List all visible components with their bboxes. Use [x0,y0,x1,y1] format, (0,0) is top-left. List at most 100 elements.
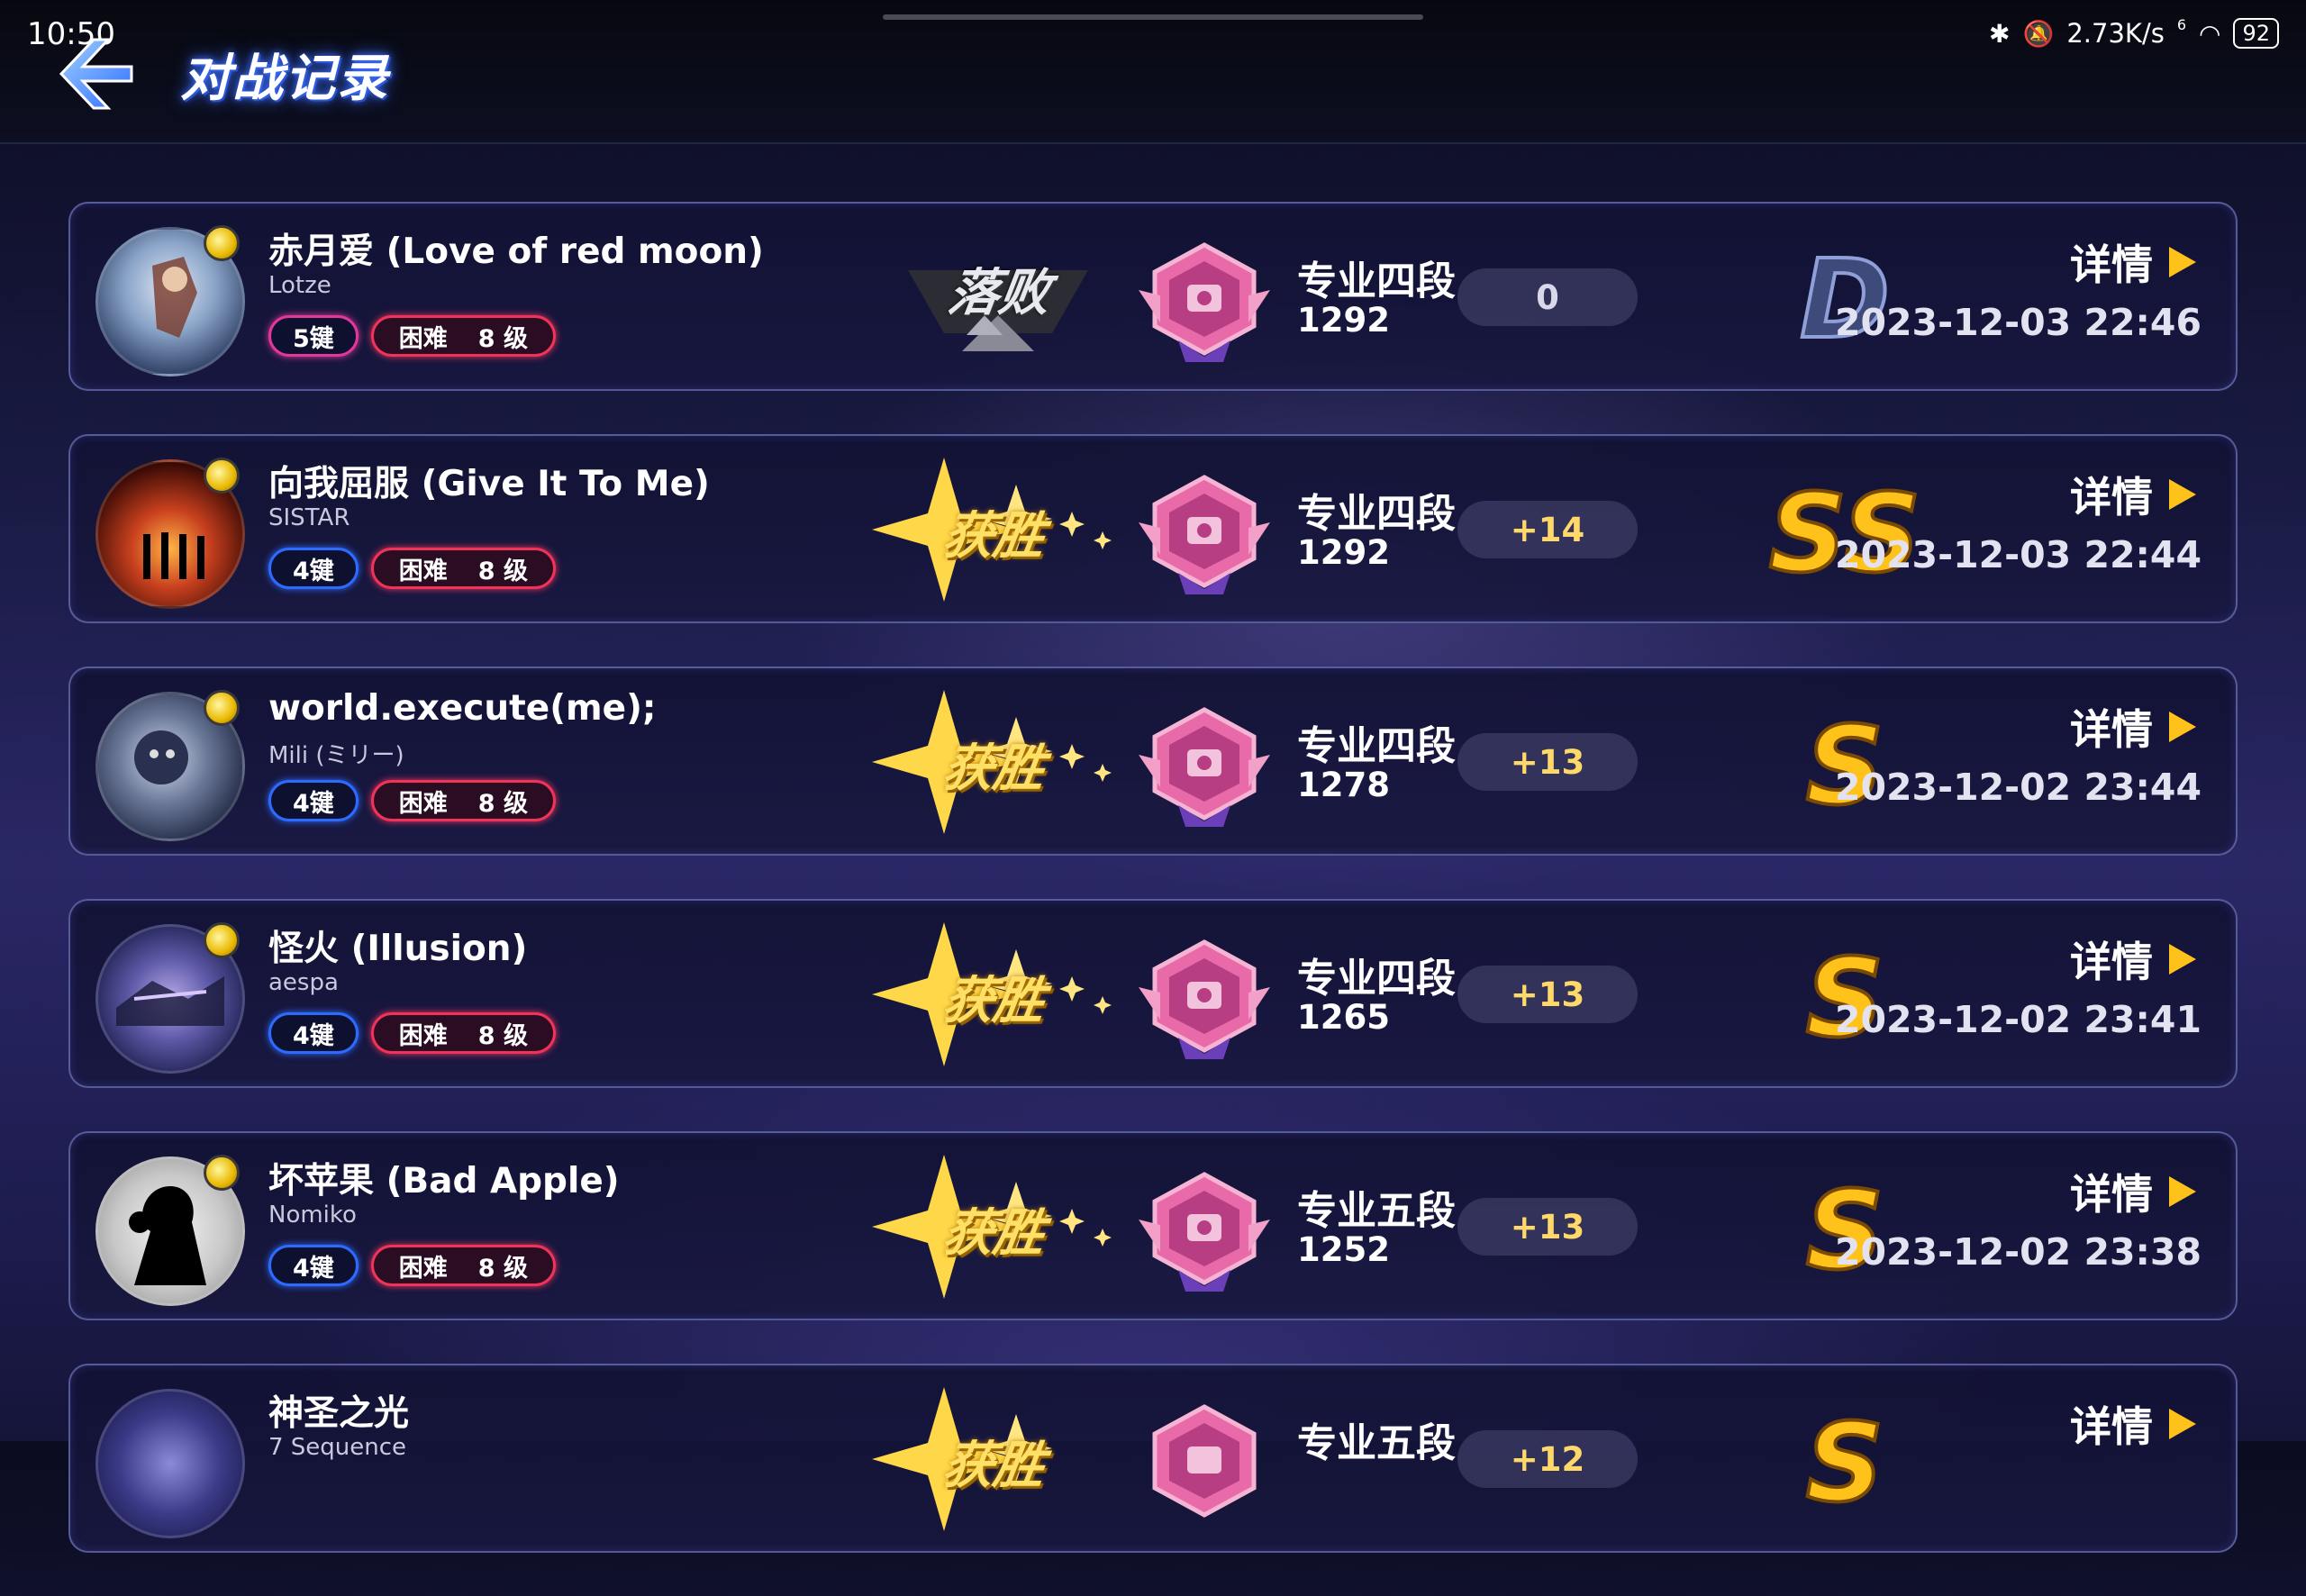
score-delta: +12 [1457,1430,1638,1488]
result-label: 获胜 [939,1437,1049,1495]
rank-score: 1292 [1297,533,1390,572]
song-tags: 4键 困难 8 级 [268,1012,556,1054]
level-label: 8 级 [477,324,528,353]
song-artist: Lotze [268,272,331,299]
details-button[interactable]: 详情 [2070,929,2196,989]
record-row[interactable]: world.execute(me); Mili (ミリー) 4键 困难 8 级 … [68,667,2238,856]
level-label: 8 级 [477,789,528,818]
medal-icon [204,225,240,261]
battle-record-list[interactable]: 赤月爱 (Love of red moon) Lotze 5键 困难 8 级 落… [68,202,2238,1596]
medal-icon [204,1155,240,1191]
keys-tag: 4键 [268,780,359,821]
song-artist: aespa [268,969,339,996]
battery-indicator: 92 [2233,18,2279,49]
rank-emblem-icon [1139,707,1270,827]
song-tags: 4键 困难 8 级 [268,1245,556,1286]
song-artist: SISTAR [268,504,350,531]
bluetooth-icon: ✱ [1989,18,2011,49]
result-win: 获胜 [863,913,1133,1075]
details-button[interactable]: 详情 [2070,1162,2196,1221]
play-arrow-icon [2169,1176,2196,1207]
difficulty-label: 困难 [398,1021,448,1050]
details-button[interactable]: 详情 [2070,697,2196,757]
difficulty-label: 困难 [398,324,448,353]
level-label: 8 级 [477,1254,528,1283]
medal-icon [204,458,240,494]
rank-emblem-icon [1152,1404,1257,1518]
score-delta: +13 [1457,1198,1638,1256]
drag-handle[interactable] [883,14,1423,20]
keys-tag: 4键 [268,1245,359,1286]
mute-icon: 🔕 [2022,18,2055,49]
wifi-icon: ◠ [2199,18,2221,49]
record-time: 2023-12-02 23:38 [1834,1230,2202,1274]
difficulty-tag: 困难 8 级 [370,1245,556,1286]
rank-name: 专业五段 [1297,1188,1456,1234]
rank-score: 1278 [1297,766,1390,804]
song-title: 神圣之光 [268,1393,410,1434]
rank-emblem-icon [1139,242,1270,362]
rank-name: 专业四段 [1297,723,1456,769]
rank-score: 1292 [1297,301,1390,340]
record-time: 2023-12-03 22:46 [1834,301,2202,344]
result-label: 获胜 [939,507,1049,566]
medal-icon [204,922,240,958]
details-button[interactable]: 详情 [2070,232,2196,292]
difficulty-tag: 困难 8 级 [370,780,556,821]
record-row[interactable]: 赤月爱 (Love of red moon) Lotze 5键 困难 8 级 落… [68,202,2238,391]
result-win: 获胜 [863,449,1133,611]
keys-tag: 5键 [268,315,359,357]
difficulty-label: 困难 [398,1254,448,1283]
rank-score: 1252 [1297,1230,1390,1269]
details-label: 详情 [2070,473,2153,521]
record-time: 2023-12-02 23:44 [1834,766,2202,809]
song-title: 赤月爱 (Love of red moon) [268,231,764,272]
difficulty-tag: 困难 8 级 [370,1012,556,1054]
song-title: 向我屈服 (Give It To Me) [268,464,710,504]
details-label: 详情 [2070,1170,2153,1219]
status-icons: ✱ 🔕 2.73K/s 6 ◠ 92 [1989,15,2279,49]
rank-emblem-icon [1139,1172,1270,1292]
score-delta: +13 [1457,966,1638,1023]
song-tags: 4键 困难 8 级 [268,548,556,589]
result-win: 获胜 [863,1146,1133,1308]
rank-name: 专业四段 [1297,491,1456,537]
song-artist: Nomiko [268,1202,357,1229]
record-row[interactable]: 怪火 (Illusion) aespa 4键 困难 8 级 获胜 专业四段 12… [68,899,2238,1088]
song-tags: 5键 困难 8 级 [268,315,556,357]
score-delta: +14 [1457,501,1638,558]
keys-tag: 4键 [268,1012,359,1054]
play-arrow-icon [2169,944,2196,975]
result-win: 获胜 [863,1378,1133,1540]
level-label: 8 级 [477,1021,528,1050]
details-button[interactable]: 详情 [2070,1394,2196,1454]
score-delta: 0 [1457,268,1638,326]
rank-score: 1265 [1297,998,1390,1037]
details-label: 详情 [2070,938,2153,986]
difficulty-tag: 困难 8 级 [370,548,556,589]
song-title: world.execute(me); [268,688,657,729]
play-arrow-icon [2169,247,2196,277]
svg-text:S: S [1806,1401,1884,1519]
record-row[interactable]: 坏苹果 (Bad Apple) Nomiko 4键 困难 8 级 获胜 专业五段… [68,1131,2238,1320]
result-label: 获胜 [939,739,1049,798]
play-arrow-icon [2169,1409,2196,1439]
difficulty-tag: 困难 8 级 [370,315,556,357]
song-title: 怪火 (Illusion) [268,929,528,969]
top-bar: 10:50 ✱ 🔕 2.73K/s 6 ◠ 92 对战记录 [0,0,2306,144]
song-tags: 4键 困难 8 级 [268,780,556,821]
difficulty-label: 困难 [398,789,448,818]
grade-s-icon: S [1804,1401,1885,1519]
wifi-gen: 6 [2176,15,2187,33]
result-label: 落败 [944,264,1054,322]
record-row[interactable]: 向我屈服 (Give It To Me) SISTAR 4键 困难 8 级 获胜 [68,434,2238,623]
result-win: 获胜 [863,681,1133,843]
details-button[interactable]: 详情 [2070,465,2196,524]
rank-emblem-icon [1139,475,1270,594]
back-arrow-icon[interactable] [56,36,135,112]
result-label: 获胜 [939,1204,1049,1263]
record-row[interactable]: 神圣之光 7 Sequence 获胜 专业五段 +12 S 详情 [68,1364,2238,1553]
record-time: 2023-12-03 22:44 [1834,533,2202,576]
result-label: 获胜 [939,972,1049,1030]
rank-name: 专业五段 [1297,1420,1456,1466]
